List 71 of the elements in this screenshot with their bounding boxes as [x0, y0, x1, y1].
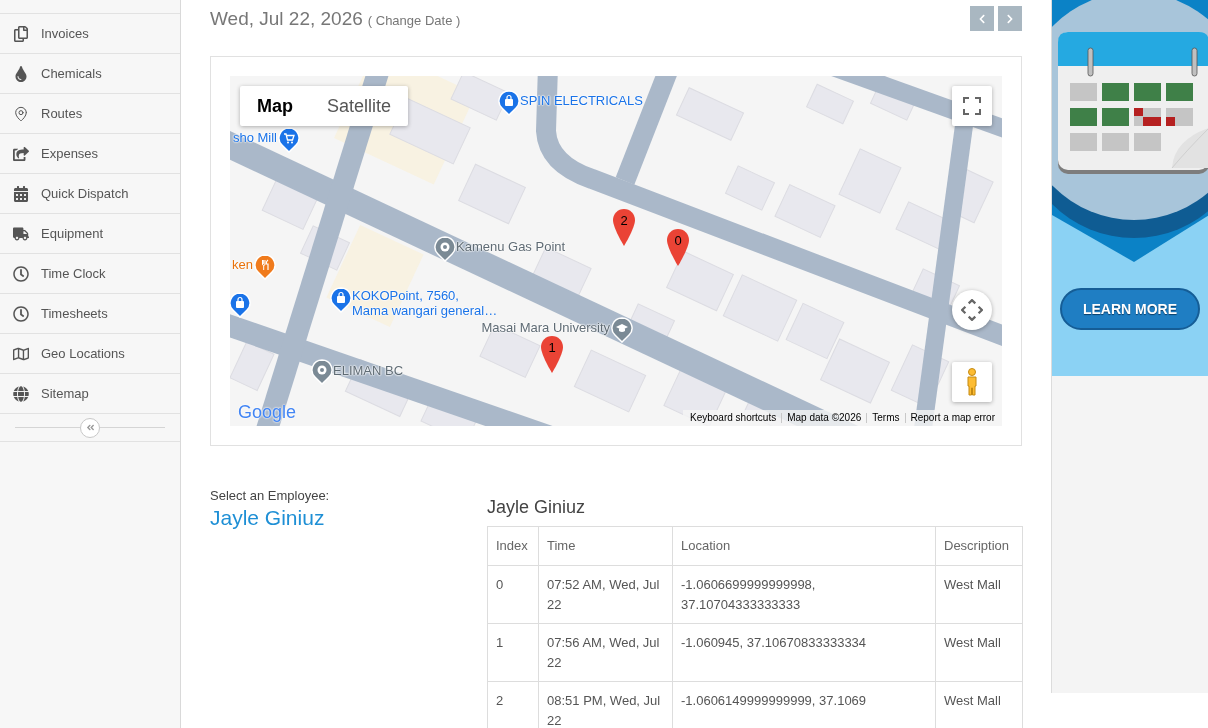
street-view-button[interactable]	[952, 362, 992, 402]
place-label: Kamenu Gas Point	[456, 239, 566, 254]
place-label: KOKOPoint, 7560, Mama wangari general…	[352, 288, 498, 318]
table-cell: West Mall	[935, 565, 1023, 624]
map-type-tab[interactable]: Map	[240, 86, 310, 126]
clock-icon	[13, 305, 29, 322]
next-button[interactable]	[998, 6, 1022, 31]
table-cell: 07:56 AM, Wed, Jul 22	[538, 623, 673, 682]
graduation-cap-pin-icon[interactable]	[611, 317, 633, 343]
table-title: Jayle Giniuz	[487, 496, 587, 519]
column-header: Time	[538, 526, 673, 566]
map-icon	[13, 345, 29, 362]
documents-icon	[13, 25, 29, 42]
chevron-right-icon	[1005, 13, 1015, 24]
shopping-bag-pin-icon[interactable]	[230, 292, 251, 318]
place-label: SPIN ELECTRICALS	[520, 93, 643, 108]
employee-prompt: Select an Employee:	[210, 488, 331, 504]
table-cell: West Mall	[935, 623, 1023, 682]
sidebar-item[interactable]: Quick Dispatch	[0, 174, 180, 214]
location-pin-icon[interactable]	[434, 236, 456, 262]
learn-more-button[interactable]: LEARN MORE	[1060, 288, 1200, 330]
drop-icon	[13, 65, 29, 82]
sidebar-item[interactable]: Chemicals	[0, 54, 180, 94]
collapse-button[interactable]	[80, 417, 100, 438]
sidebar-item[interactable]: Sitemap	[0, 374, 180, 414]
cart-pin-icon[interactable]	[278, 127, 300, 153]
place-label: Masai Mara University	[481, 320, 610, 335]
table-cell: 1	[487, 623, 539, 682]
double-chevron-left-icon	[85, 423, 95, 432]
map-type-tab[interactable]: Satellite	[310, 86, 409, 126]
sidebar-item[interactable]: Routes	[0, 94, 180, 134]
globe-icon	[13, 385, 29, 402]
map-pin-icon	[13, 105, 29, 122]
table-cell: -1.0606699999999998, 37.10704333333333	[672, 565, 936, 624]
place-label: ken	[232, 257, 253, 272]
clock-icon	[13, 265, 29, 282]
share-icon	[13, 145, 29, 162]
table-cell: -1.060945, 37.10670833333334	[672, 623, 936, 682]
attribution-link[interactable]: Map data ©2026	[782, 411, 867, 425]
chevron-left-icon	[977, 13, 987, 24]
fork-knife-pin-icon[interactable]	[254, 254, 276, 280]
fullscreen-icon	[963, 97, 981, 115]
person-icon	[965, 368, 979, 396]
attribution-link[interactable]: Keyboard shortcuts	[685, 411, 782, 425]
move-arrows-icon	[961, 299, 983, 321]
table-cell: 2	[487, 681, 539, 728]
sidebar-item[interactable]: Time Clock	[0, 254, 180, 294]
change-date-link[interactable]: ( Change Date )	[367, 11, 461, 31]
shopping-bag-pin-icon[interactable]	[330, 287, 352, 313]
sidebar-item[interactable]: Invoices	[0, 14, 180, 54]
location-pin-icon[interactable]	[311, 359, 333, 385]
date-heading: Wed, Jul 22, 2026	[210, 7, 363, 31]
shopping-bag-pin-icon[interactable]	[498, 90, 520, 116]
employee-name-link[interactable]: Jayle Giniuz	[210, 504, 487, 531]
truck-icon	[13, 225, 29, 242]
place-label: ELIMAN BC	[333, 363, 404, 378]
previous-button[interactable]	[970, 6, 994, 31]
table-cell: 0	[487, 565, 539, 624]
sidebar-item[interactable]: Timesheets	[0, 294, 180, 334]
fullscreen-button[interactable]	[952, 86, 992, 126]
sidebar-item[interactable]: Geo Locations	[0, 334, 180, 374]
sidebar-item[interactable]: Equipment	[0, 214, 180, 254]
attribution-link[interactable]: Terms	[867, 411, 905, 425]
attribution-link[interactable]: Report a map error	[905, 411, 1000, 425]
column-header: Index	[487, 526, 539, 566]
sidebar-item[interactable]: Expenses	[0, 134, 180, 174]
table-cell: 07:52 AM, Wed, Jul 22	[538, 565, 673, 624]
place-label: sho Mill	[232, 130, 277, 145]
calendar-icon	[13, 185, 29, 202]
column-header: Location	[672, 526, 936, 566]
column-header: Description	[935, 526, 1023, 566]
